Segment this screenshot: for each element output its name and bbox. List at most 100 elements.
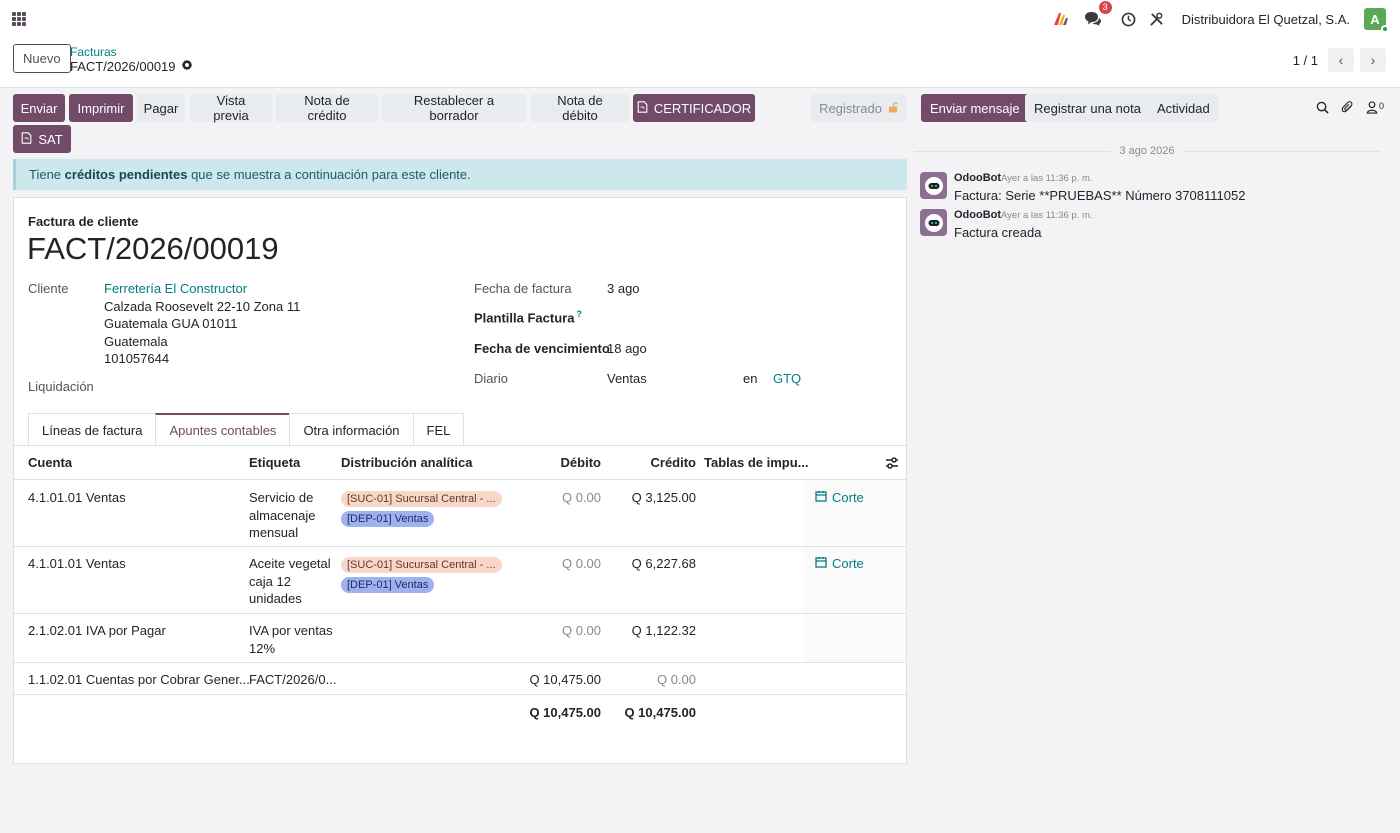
message-time: Ayer a las 11:36 p. m. (1001, 210, 1093, 221)
tab-journal-items[interactable]: Apuntes contables (155, 413, 291, 446)
certificador-button[interactable]: CERTIFICADOR (633, 94, 755, 122)
row-credit: Q 1,122.32 (631, 623, 696, 638)
column-analytic[interactable]: Distribución analítica (341, 455, 472, 470)
row-debit: Q 10,475.00 (529, 672, 601, 687)
message-body: Factura creada (954, 225, 1042, 240)
debit-note-button[interactable]: Nota de débito (531, 93, 629, 123)
unlock-icon (888, 101, 899, 116)
certificador-label: CERTIFICADOR (653, 100, 752, 116)
chatter-topbar-icons: 0 (1316, 100, 1384, 117)
column-account[interactable]: Cuenta (28, 455, 72, 470)
row-credit: Q 3,125.00 (631, 490, 696, 505)
help-tooltip-icon[interactable]: ? (576, 309, 582, 319)
row-label-line: unidades (249, 591, 302, 606)
outstanding-credits-alert: Tiene créditos pendientes que se muestra… (13, 159, 907, 190)
row-label-line: mensual (249, 525, 299, 540)
row-label-line: caja 12 (249, 573, 291, 589)
table-row[interactable]: 1.1.02.01 Cuentas por Cobrar Gener... FA… (14, 663, 906, 695)
invoice-date-field[interactable]: 3 ago (607, 281, 640, 296)
sat-button[interactable]: SAT (13, 125, 71, 153)
tax-grid-tag: Corte (815, 490, 864, 505)
optional-columns-icon[interactable] (885, 456, 899, 473)
user-avatar[interactable]: A (1364, 8, 1389, 33)
pdf-file-icon (21, 131, 32, 147)
online-status-dot (1381, 25, 1389, 33)
odoobot-avatar[interactable] (920, 172, 947, 199)
status-label: Registrado (819, 100, 882, 116)
customer-label: Cliente (28, 281, 69, 296)
ai-assistant-icon[interactable] (1052, 10, 1070, 28)
pager-previous-button[interactable]: ‹ (1328, 48, 1354, 72)
company-switcher[interactable]: Distribuidora El Quetzal, S.A. (1182, 12, 1350, 27)
due-date-field[interactable]: 18 ago (607, 341, 647, 356)
lock-person-icon (1366, 100, 1378, 117)
invoice-form-sheet: Factura de cliente FACT/2026/00019 Clien… (13, 197, 907, 764)
message-author[interactable]: OdooBot (954, 209, 1001, 221)
message-body: Factura: Serie **PRUEBAS** Número 370811… (954, 188, 1246, 203)
paperclip-icon[interactable] (1341, 100, 1354, 117)
preview-button[interactable]: Vista previa (190, 93, 272, 123)
row-account: 1.1.02.01 Cuentas por Cobrar Gener... (28, 672, 250, 687)
table-header: Cuenta Etiqueta Distribución analítica D… (14, 446, 906, 480)
currency-link[interactable]: GTQ (773, 371, 801, 386)
pager-value[interactable]: 1 / 1 (1293, 53, 1318, 68)
due-date-label: Fecha de vencimiento (474, 341, 610, 356)
navbar-systray: 3 Distribuidora El Quetzal, S.A. A (1052, 1, 1389, 33)
status-badge: Registrado (811, 94, 907, 122)
credit-note-button[interactable]: Nota de crédito (276, 93, 378, 123)
row-debit: Q 0.00 (561, 490, 601, 505)
tab-other-info[interactable]: Otra información (289, 413, 414, 446)
column-taxes[interactable]: Tablas de impu... (704, 455, 809, 470)
activity-button[interactable]: Actividad (1148, 94, 1219, 122)
log-note-button[interactable]: Registrar una nota (1025, 94, 1150, 122)
chatter-panel: Enviar mensaje Registrar una nota Activi… (914, 88, 1400, 833)
pay-button[interactable]: Pagar (137, 94, 185, 122)
date-separator-label: 3 ago 2026 (1119, 145, 1175, 157)
reset-to-draft-button[interactable]: Restablecer a borrador (382, 93, 526, 123)
customer-link[interactable]: Ferretería El Constructor (104, 281, 247, 296)
table-row[interactable]: 2.1.02.01 IVA por Pagar IVA por ventas 1… (14, 614, 906, 663)
customer-address-line: Calzada Roosevelt 22-10 Zona 11 (104, 299, 301, 314)
new-button[interactable]: Nuevo (13, 44, 71, 73)
row-debit: Q 0.00 (561, 623, 601, 638)
row-debit: Q 0.00 (561, 556, 601, 571)
table-row[interactable]: 4.1.01.01 Ventas Servicio de almacenaje … (14, 480, 906, 547)
table-row[interactable]: 4.1.01.01 Ventas Aceite vegetal caja 12 … (14, 547, 906, 614)
message-author[interactable]: OdooBot (954, 172, 1001, 184)
pdf-file-icon (637, 100, 648, 116)
tab-fel[interactable]: FEL (412, 413, 465, 446)
messaging-icon[interactable]: 3 (1084, 1, 1112, 28)
row-label-line: almacenaje (249, 507, 316, 523)
send-message-button[interactable]: Enviar mensaje (921, 94, 1029, 122)
column-debit[interactable]: Débito (514, 455, 601, 470)
analytic-tag: [SUC-01] Sucursal Central - ... (341, 557, 502, 573)
form-tabs: Líneas de factura Apuntes contables Otra… (28, 413, 465, 446)
column-label[interactable]: Etiqueta (249, 455, 300, 470)
send-button[interactable]: Enviar (13, 94, 65, 122)
debug-tools-icon[interactable] (1148, 10, 1166, 28)
row-label-line: IVA por ventas (249, 623, 333, 638)
gear-icon[interactable] (181, 59, 193, 74)
journal-field[interactable]: Ventas (607, 371, 647, 386)
user-initial: A (1370, 11, 1380, 27)
chevron-left-icon: ‹ (1338, 52, 1344, 68)
breadcrumb-invoices-link[interactable]: Facturas (70, 45, 117, 59)
column-credit[interactable]: Crédito (614, 455, 697, 470)
row-account: 2.1.02.01 IVA por Pagar (28, 623, 166, 638)
search-icon[interactable] (1316, 101, 1329, 117)
alert-prefix: Tiene (29, 167, 65, 182)
outstanding-credits-link[interactable]: créditos pendientes (65, 167, 188, 182)
journal-label: Diario (474, 371, 508, 386)
tab-invoice-lines[interactable]: Líneas de factura (28, 413, 157, 446)
control-panel: Nuevo Facturas FACT/2026/00019 1 / 1 ‹ › (0, 38, 1400, 88)
activity-clock-icon[interactable] (1120, 10, 1138, 28)
analytic-tag: [SUC-01] Sucursal Central - ... (341, 491, 502, 507)
pager-next-button[interactable]: › (1360, 48, 1386, 72)
template-label: Plantilla Factura? (474, 309, 582, 325)
apps-menu-icon[interactable] (12, 12, 26, 26)
tax-grid-label: Corte (832, 556, 864, 571)
row-analytic: [SUC-01] Sucursal Central - ... [DEP-01]… (341, 555, 502, 595)
odoobot-avatar[interactable] (920, 209, 947, 236)
followers-button[interactable]: 0 (1366, 101, 1384, 117)
print-button[interactable]: Imprimir (69, 94, 133, 122)
